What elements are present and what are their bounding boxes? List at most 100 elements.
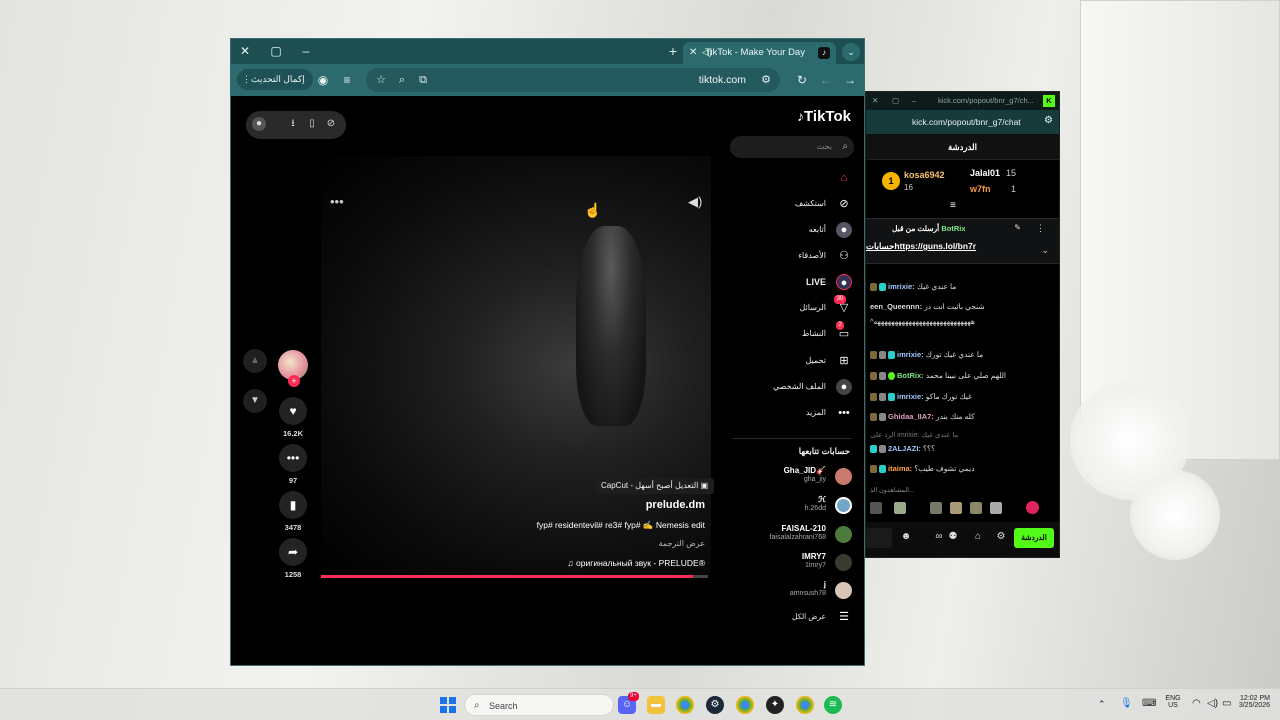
- device-icon[interactable]: ▯: [305, 117, 319, 131]
- share-icon[interactable]: ➦: [279, 538, 307, 566]
- creator-avatar-icon[interactable]: ●: [252, 117, 266, 131]
- viewer-avatar[interactable]: [950, 502, 962, 514]
- app-icon[interactable]: ✦: [766, 696, 784, 714]
- expand-icon[interactable]: ≡: [950, 200, 956, 211]
- comment-icon[interactable]: •••: [279, 444, 307, 472]
- zoom-icon[interactable]: ⌕: [394, 72, 410, 88]
- viewer-avatar[interactable]: [970, 502, 982, 514]
- new-tab-button[interactable]: +: [664, 42, 682, 60]
- store-icon[interactable]: ⌂: [971, 530, 985, 544]
- follow-plus-icon[interactable]: +: [288, 375, 300, 387]
- like-icon[interactable]: ♥: [279, 397, 307, 425]
- nav-upload[interactable]: تحميل ⊞: [752, 352, 852, 370]
- pinned-message[interactable]: أرسلت من قبل BotRix ✎ ⋮ حساباتhttps://gu…: [866, 218, 1059, 264]
- viewer-avatar[interactable]: [930, 502, 942, 514]
- bookmark-star-icon[interactable]: ☆: [373, 72, 389, 88]
- chat-user[interactable]: itaima:: [888, 464, 912, 473]
- chrome-profile-icon[interactable]: [736, 696, 754, 714]
- language-indicator[interactable]: ENG US: [1162, 695, 1184, 709]
- viewer-avatar[interactable]: [870, 502, 882, 514]
- chat-user[interactable]: Ghidaa_IIA7:: [888, 412, 934, 421]
- minimize-icon[interactable]: –: [297, 43, 315, 59]
- keyboard-icon[interactable]: ⌨: [1142, 698, 1156, 709]
- wifi-icon[interactable]: ◠: [1192, 698, 1201, 709]
- sound-link[interactable]: ♫ оригинальный звук - PRELUDE®: [567, 558, 705, 568]
- video-author[interactable]: prelude.dm: [646, 499, 705, 511]
- pin-icon[interactable]: ✎: [1014, 223, 1021, 232]
- clock[interactable]: 12:02 PM 3/25/2026: [1224, 695, 1270, 709]
- install-icon[interactable]: ⧉: [415, 72, 431, 88]
- send-chat-button[interactable]: الدردشة: [1014, 528, 1054, 548]
- start-icon[interactable]: [440, 697, 456, 713]
- nav-activity[interactable]: النشاط ▭ 2: [752, 321, 852, 343]
- download-icon[interactable]: ⭳: [286, 117, 300, 131]
- viewer-avatar[interactable]: [894, 502, 906, 514]
- nav-home[interactable]: ⌂: [752, 169, 852, 187]
- kick-url-bar[interactable]: kick.com/popout/bnr_g7/chat ⚙: [866, 110, 1059, 134]
- nav-profile[interactable]: الملف الشخصي ●: [752, 378, 852, 396]
- search-input[interactable]: ⌕ بحث: [730, 136, 854, 158]
- video-player[interactable]: [321, 156, 711, 576]
- chat-user[interactable]: 2ALJAZI:: [888, 444, 921, 453]
- kick-close-icon[interactable]: ✕: [872, 92, 878, 110]
- maximize-icon[interactable]: ▢: [267, 43, 285, 59]
- next-video-button[interactable]: ▼: [243, 389, 267, 413]
- update-button[interactable]: ⋮ إكمال التحديث: [237, 69, 313, 90]
- chat-user[interactable]: imrixie:: [888, 282, 915, 291]
- chat-settings-icon[interactable]: ⚙: [994, 530, 1008, 544]
- kick-minimize-icon[interactable]: –: [912, 92, 916, 110]
- profile-icon[interactable]: ◉: [315, 72, 331, 88]
- emoji-icon[interactable]: ☻: [899, 530, 913, 544]
- site-settings-icon[interactable]: ⚙: [758, 72, 774, 88]
- pinned-more-icon[interactable]: ⋮: [1036, 223, 1045, 234]
- file-explorer-icon[interactable]: ▬: [647, 696, 665, 714]
- back-icon[interactable]: →: [842, 72, 858, 88]
- steam-icon[interactable]: ⚙: [706, 696, 724, 714]
- tab-tiktok[interactable]: ✕ ◁) TikTok - Make Your Day ♪: [683, 42, 836, 64]
- predictions-icon[interactable]: ⚉: [946, 530, 960, 544]
- gift-icon[interactable]: ∞: [932, 530, 946, 544]
- collapse-icon[interactable]: ⌄: [1041, 245, 1049, 256]
- nav-live[interactable]: LIVE ●: [752, 273, 852, 291]
- following-account[interactable]: ℋh.26dd: [722, 495, 852, 517]
- nav-more[interactable]: المزيد •••: [752, 404, 852, 422]
- chat-user[interactable]: BotRix:: [897, 371, 924, 380]
- mic-icon[interactable]: 🎙: [1120, 698, 1133, 709]
- reload-icon[interactable]: ↻: [794, 72, 810, 88]
- following-account[interactable]: Gha_JID🎸 gha_jiy: [722, 466, 852, 488]
- forward-icon[interactable]: ←: [818, 72, 834, 88]
- following-account[interactable]: j amnsush78: [722, 580, 852, 602]
- previous-video-button[interactable]: ▲: [243, 349, 267, 373]
- video-progress[interactable]: [321, 575, 708, 578]
- viewer-avatar[interactable]: [1026, 501, 1039, 514]
- chat-user[interactable]: imrixie:: [897, 350, 924, 359]
- nav-explore[interactable]: استكشف ⊘: [752, 195, 852, 213]
- close-tab-icon[interactable]: ✕: [689, 42, 697, 64]
- viewer-avatar[interactable]: [990, 502, 1002, 514]
- translate-link[interactable]: عرض الترجمة: [659, 539, 705, 548]
- tiktok-logo[interactable]: ♪TikTok: [797, 108, 851, 125]
- address-bar[interactable]: ☆ ⌕ ⧉ tiktok.com ⚙: [366, 68, 780, 92]
- spotify-icon[interactable]: ≋: [824, 696, 842, 714]
- nav-messages[interactable]: الرسائل ▽ 30: [752, 295, 852, 317]
- chat-input[interactable]: [866, 528, 892, 548]
- nav-friends[interactable]: الأصدقاء ⚇: [752, 247, 852, 265]
- following-account[interactable]: IMRY7 1imry7: [722, 552, 852, 574]
- chrome-profile-icon[interactable]: [796, 696, 814, 714]
- pinned-text[interactable]: حساباتhttps://guns.lol/bn7r: [866, 241, 976, 252]
- chrome-icon[interactable]: [676, 696, 694, 714]
- bookmark-icon[interactable]: ▮: [279, 491, 307, 519]
- video-more-icon[interactable]: •••: [330, 194, 344, 209]
- chat-user[interactable]: een_Queennn:: [870, 302, 922, 311]
- kick-settings-icon[interactable]: ⚙: [1044, 115, 1053, 126]
- following-account[interactable]: FAISAL-210 faisalalzahrani768: [722, 524, 852, 546]
- chat-user[interactable]: imrixie:: [897, 392, 924, 401]
- autoscroll-icon[interactable]: ⊘: [324, 117, 338, 131]
- kick-maximize-icon[interactable]: ▢: [892, 92, 899, 110]
- close-window-icon[interactable]: ✕: [236, 43, 254, 59]
- taskbar-search[interactable]: ⌕ Search: [464, 694, 614, 716]
- nav-following[interactable]: أتابعه ●: [752, 221, 852, 239]
- volume-tray-icon[interactable]: ◁): [1207, 698, 1218, 709]
- media-icon[interactable]: ≡: [339, 72, 355, 88]
- see-all-button[interactable]: عرض الكل ☰: [752, 608, 852, 626]
